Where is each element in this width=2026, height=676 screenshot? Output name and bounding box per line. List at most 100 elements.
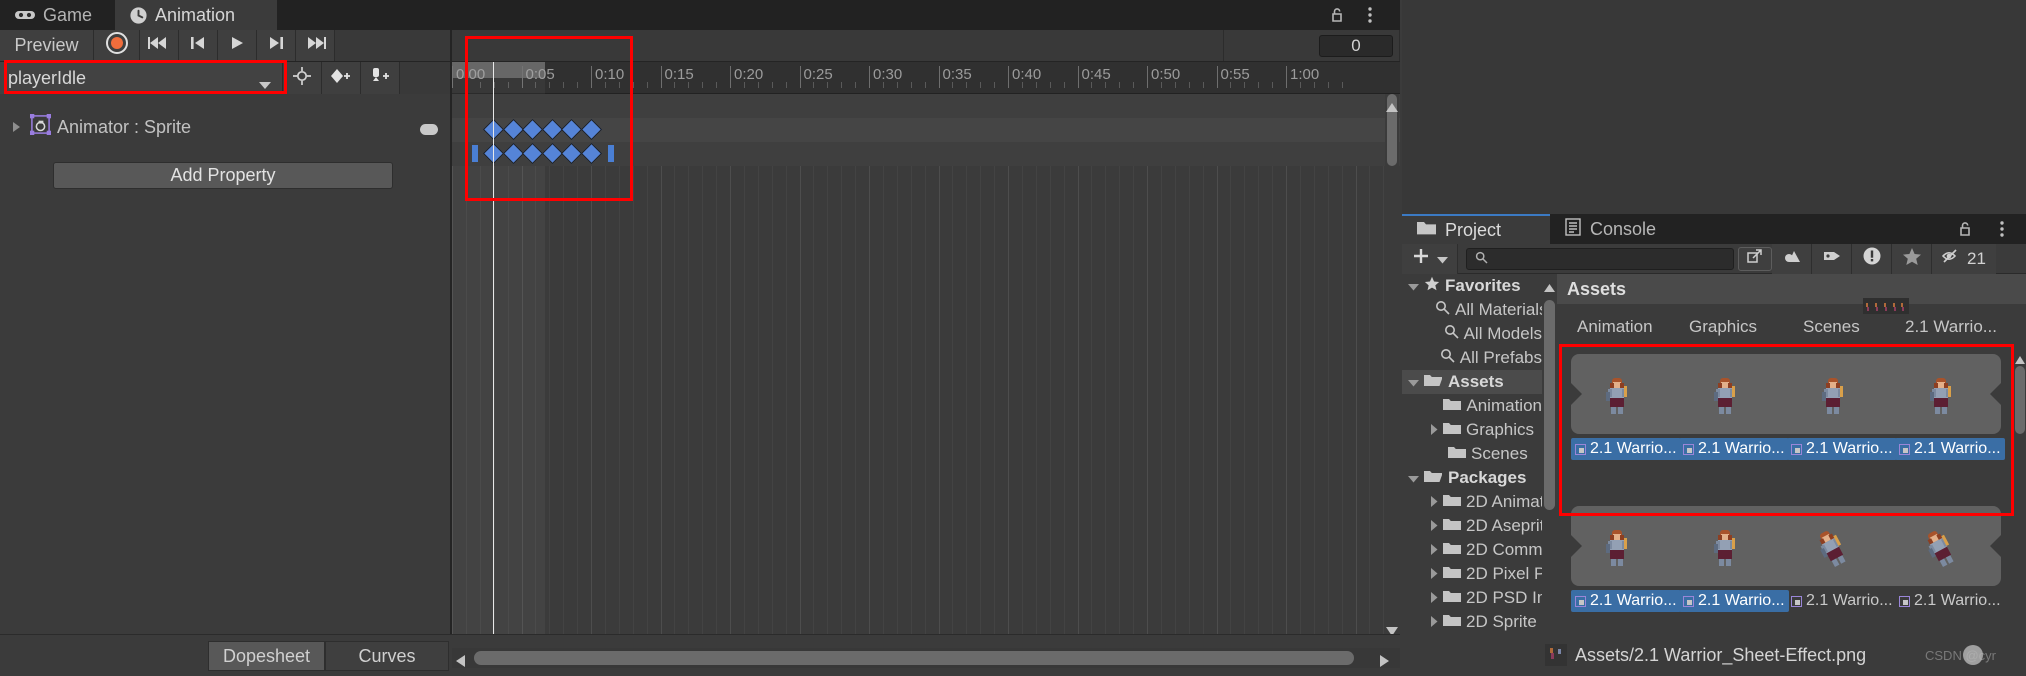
record-dot-icon[interactable] [420, 124, 438, 135]
add-frame-keyframe-button[interactable] [361, 62, 400, 94]
search-input[interactable] [1466, 247, 1734, 270]
tree-item-2d-aseprite-importer[interactable]: 2D Aseprite Importer [1402, 514, 1542, 538]
tab-dopesheet[interactable]: Dopesheet [208, 641, 325, 671]
grid-scrollbar-thumb[interactable] [2015, 366, 2025, 434]
sprite-label[interactable]: 2.1 Warrio... [1679, 438, 1789, 460]
tab-curves[interactable]: Curves [325, 641, 449, 671]
tree-item-2d-sprite[interactable]: 2D Sprite [1402, 610, 1542, 634]
play-button[interactable] [218, 30, 257, 61]
sprite-sheet-row[interactable] [1571, 506, 2001, 586]
tree-item-favorites[interactable]: Favorites [1402, 274, 1542, 298]
tree-scrollbar-thumb[interactable] [1544, 300, 1555, 510]
breadcrumb-item[interactable]: Animation [1577, 317, 1653, 337]
scroll-left-icon[interactable] [456, 651, 465, 672]
tree-item-packages[interactable]: Packages [1402, 466, 1542, 490]
favorites-filter-button[interactable] [1892, 243, 1932, 274]
tree-item-2d-pixel-perfect[interactable]: 2D Pixel Perfect [1402, 562, 1542, 586]
add-event-button[interactable] [283, 62, 322, 94]
kebab-menu-icon[interactable] [1360, 4, 1380, 26]
tree-vertical-scrollbar[interactable] [1542, 274, 1556, 676]
dopesheet-horizontal-scrollbar[interactable] [452, 648, 1400, 668]
sprite-label[interactable]: 2.1 Warrio... [1787, 590, 1897, 612]
kebab-menu-icon[interactable] [1992, 218, 2012, 240]
warning-filter-button[interactable] [1852, 243, 1892, 274]
first-frame-button[interactable] [140, 30, 179, 61]
triangle-right-icon[interactable] [1430, 492, 1438, 512]
scroll-right-icon[interactable] [1380, 651, 1389, 672]
record-button[interactable] [94, 30, 140, 61]
add-keyframe-button[interactable] [322, 62, 361, 94]
save-search-button[interactable] [1738, 246, 1772, 271]
next-frame-button[interactable] [257, 30, 296, 61]
tab-console[interactable]: Console [1550, 214, 1698, 244]
timeline-ruler[interactable]: 0:00 0:05 0:10 0:15 0:20 0:25 0:30 0:35 0:40 0:45… [452, 62, 1400, 94]
tree-item-scenes[interactable]: Scenes [1402, 442, 1542, 466]
tree-item-all-models[interactable]: All Models [1402, 322, 1542, 346]
sprite-thumbnail[interactable] [1912, 519, 1970, 581]
sprite-label[interactable]: 2.1 Warrio... [1679, 590, 1789, 612]
sprite-label[interactable]: 2.1 Warrio... [1571, 590, 1681, 612]
tree-item-all-prefabs[interactable]: All Prefabs [1402, 346, 1542, 370]
grid-vertical-scrollbar[interactable] [2014, 346, 2026, 644]
current-frame-input[interactable]: 0 [1319, 34, 1393, 57]
grid-scroll-up-icon[interactable] [2015, 348, 2025, 369]
sprite-label[interactable]: 2.1 Warrio... [1895, 590, 2005, 612]
keyframe-lanes[interactable] [452, 62, 1400, 634]
sprite-thumbnail[interactable] [1705, 374, 1745, 423]
triangle-right-icon[interactable] [1430, 540, 1438, 560]
tab-animation[interactable]: Animation [115, 0, 277, 30]
sprite-label[interactable]: 2.1 Warrio... [1787, 438, 1897, 460]
keyframe-range-bar[interactable] [608, 145, 614, 162]
scroll-up-icon[interactable] [1386, 96, 1398, 117]
triangle-down-icon[interactable] [1408, 468, 1419, 488]
triangle-right-icon[interactable] [1430, 612, 1438, 632]
lock-icon[interactable] [1328, 6, 1346, 24]
keyframe-range-bar[interactable] [472, 145, 478, 162]
hidden-packages-button[interactable]: 21 [1932, 243, 1996, 274]
playhead[interactable] [493, 62, 494, 634]
sprite-thumbnail[interactable] [1921, 374, 1961, 423]
tree-item-assets[interactable]: Assets [1402, 370, 1542, 394]
project-folder-tree[interactable]: Favorites All Materials All Models All Pref… [1402, 274, 1542, 676]
breadcrumb-item[interactable]: Graphics [1689, 317, 1757, 337]
sprite-thumbnail[interactable] [1813, 374, 1853, 423]
asset-grid[interactable]: 2.1 Warrio... 2.1 Warrio... 2.1 Warrio... 2… [1557, 346, 2012, 644]
sprite-thumbnail[interactable] [1597, 374, 1637, 423]
hscrollbar-thumb[interactable] [474, 651, 1354, 665]
filter-by-type-button[interactable] [1772, 243, 1812, 274]
animator-property-row[interactable]: Animator : Sprite [0, 112, 450, 142]
preview-button[interactable]: Preview [0, 30, 94, 61]
dopesheet-vertical-scrollbar[interactable] [1385, 94, 1399, 634]
filter-by-label-button[interactable] [1812, 243, 1852, 274]
add-property-button[interactable]: Add Property [53, 162, 393, 189]
lock-icon[interactable] [1956, 220, 1974, 238]
tree-item-graphics[interactable]: Graphics [1402, 418, 1542, 442]
previous-frame-button[interactable] [179, 30, 218, 61]
triangle-right-icon[interactable] [8, 119, 24, 135]
triangle-right-icon[interactable] [1430, 588, 1438, 608]
triangle-down-icon[interactable] [1408, 372, 1419, 392]
triangle-right-icon[interactable] [1430, 420, 1438, 440]
sprite-label[interactable]: 2.1 Warrio... [1571, 438, 1681, 460]
last-frame-button[interactable] [296, 30, 335, 61]
create-asset-button[interactable] [1402, 243, 1458, 274]
triangle-right-icon[interactable] [1430, 516, 1438, 536]
sprite-label[interactable]: 2.1 Warrio... [1895, 438, 2005, 460]
sprite-thumbnail[interactable] [1705, 526, 1745, 575]
sprite-thumbnail[interactable] [1597, 526, 1637, 575]
sprite-sheet-row[interactable] [1571, 354, 2001, 434]
tree-item-animation[interactable]: Animation [1402, 394, 1542, 418]
breadcrumb-item[interactable]: Scenes [1803, 317, 1860, 337]
tree-item-2d-psd-importer[interactable]: 2D PSD Importer [1402, 586, 1542, 610]
tab-game[interactable]: Game [0, 0, 115, 30]
tree-item-2d-animation[interactable]: 2D Animation [1402, 490, 1542, 514]
tree-scroll-up-icon[interactable] [1544, 276, 1555, 297]
dopesheet-area[interactable]: 0:00 0:05 0:10 0:15 0:20 0:25 0:30 0:35 0:40 0:45… [452, 62, 1400, 634]
breadcrumb-item[interactable]: 2.1 Warrio... [1905, 317, 1997, 337]
clip-name-dropdown[interactable]: playerIdle [0, 62, 283, 94]
sprite-thumbnail[interactable] [1804, 519, 1862, 581]
tree-item-all-materials[interactable]: All Materials [1402, 298, 1542, 322]
tab-project[interactable]: Project [1402, 214, 1550, 244]
triangle-right-icon[interactable] [1430, 564, 1438, 584]
triangle-down-icon[interactable] [1408, 276, 1419, 296]
